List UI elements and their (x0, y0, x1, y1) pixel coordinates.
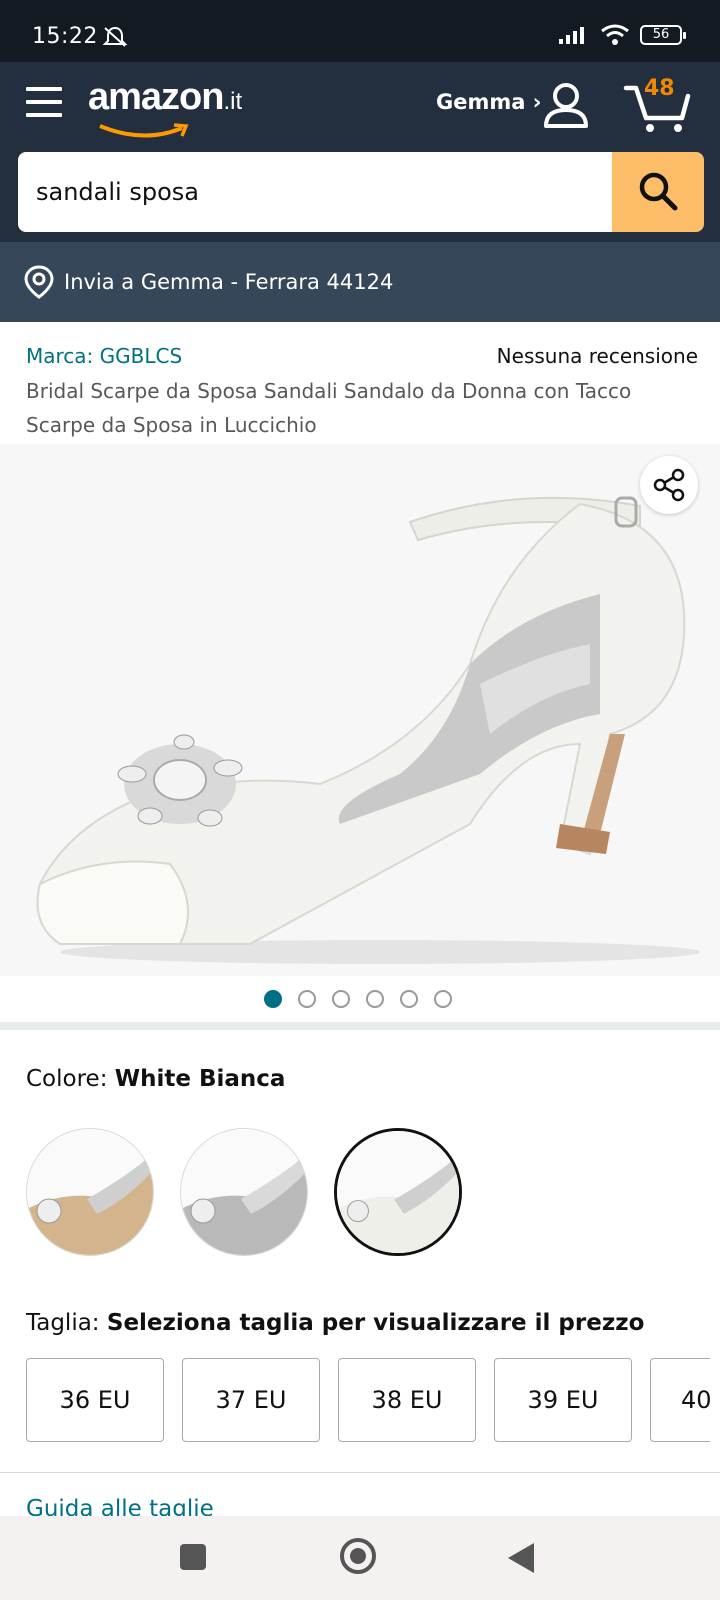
menu-icon[interactable] (26, 87, 62, 117)
search-button[interactable] (612, 152, 704, 232)
search-bar (18, 152, 704, 232)
silver-shoe-icon (181, 1129, 307, 1255)
delivery-text: Invia a Gemma - Ferrara 44124 (64, 270, 394, 294)
carousel-dot[interactable] (298, 990, 316, 1008)
size-option[interactable]: 40 (650, 1358, 712, 1442)
status-bar: 15:22 56 (0, 0, 720, 62)
white-shoe-icon (337, 1131, 459, 1253)
share-button[interactable] (640, 456, 698, 514)
size-label: Taglia: Seleziona taglia per visualizzar… (26, 1310, 644, 1336)
location-pin-icon (24, 265, 54, 299)
app-header: amazon.it Gemma › 48 (0, 62, 720, 242)
signal-icon (559, 27, 584, 44)
size-prompt: Seleziona taglia per visualizzare il pre… (106, 1310, 645, 1336)
section-divider (0, 1472, 720, 1473)
carousel-dot[interactable] (366, 990, 384, 1008)
system-nav-bar (0, 1516, 720, 1600)
size-options: 36 EU 37 EU 38 EU 39 EU 40 (26, 1358, 712, 1442)
bridal-sandal-photo (0, 444, 720, 976)
size-label-prefix: Taglia: (26, 1310, 107, 1336)
swatch-white[interactable] (334, 1128, 462, 1256)
size-option[interactable]: 39 EU (494, 1358, 632, 1442)
status-time: 15:22 (32, 24, 98, 49)
color-label-prefix: Colore: (26, 1066, 115, 1092)
color-swatches (26, 1128, 462, 1256)
swatch-champagne[interactable] (26, 1128, 154, 1256)
image-carousel-dots (264, 990, 452, 1008)
swatch-silver[interactable] (180, 1128, 308, 1256)
battery-indicator: 56 (640, 25, 686, 45)
status-icons: 56 (558, 24, 686, 46)
carousel-dot[interactable] (332, 990, 350, 1008)
logo-tld: .it (223, 88, 243, 115)
user-icon[interactable] (543, 82, 589, 130)
size-option[interactable]: 38 EU (338, 1358, 476, 1442)
size-option[interactable]: 36 EU (26, 1358, 164, 1442)
color-selected-value: White Bianca (114, 1066, 286, 1092)
share-icon (653, 468, 685, 502)
product-header: Marca: GGBLCS Nessuna recensione Bridal … (26, 344, 698, 442)
logo-smile-icon (99, 123, 189, 138)
wifi-icon (601, 24, 629, 45)
account-link[interactable]: Gemma › (436, 90, 541, 114)
home-button[interactable] (340, 1538, 376, 1574)
logo-word: amazon (88, 76, 224, 118)
reviews-link[interactable]: Nessuna recensione (497, 344, 698, 368)
carousel-dot[interactable] (264, 990, 282, 1008)
notifications-muted-icon (102, 26, 128, 47)
product-title: Bridal Scarpe da Sposa Sandali Sandalo d… (26, 379, 632, 437)
cart-count-badge: 48 (644, 76, 675, 101)
delivery-location-bar[interactable]: Invia a Gemma - Ferrara 44124 (0, 242, 720, 322)
size-option[interactable]: 37 EU (182, 1358, 320, 1442)
search-icon (639, 172, 678, 210)
cart-button[interactable]: 48 (622, 76, 694, 136)
back-button[interactable] (508, 1543, 534, 1573)
amazon-logo[interactable]: amazon.it (88, 76, 243, 138)
section-divider (0, 1022, 720, 1030)
carousel-dot[interactable] (434, 990, 452, 1008)
product-image[interactable] (0, 444, 720, 976)
search-input[interactable] (18, 152, 614, 232)
carousel-dot[interactable] (400, 990, 418, 1008)
recents-button[interactable] (180, 1544, 206, 1570)
champagne-shoe-icon (27, 1129, 153, 1255)
color-label: Colore: White Bianca (26, 1066, 285, 1092)
